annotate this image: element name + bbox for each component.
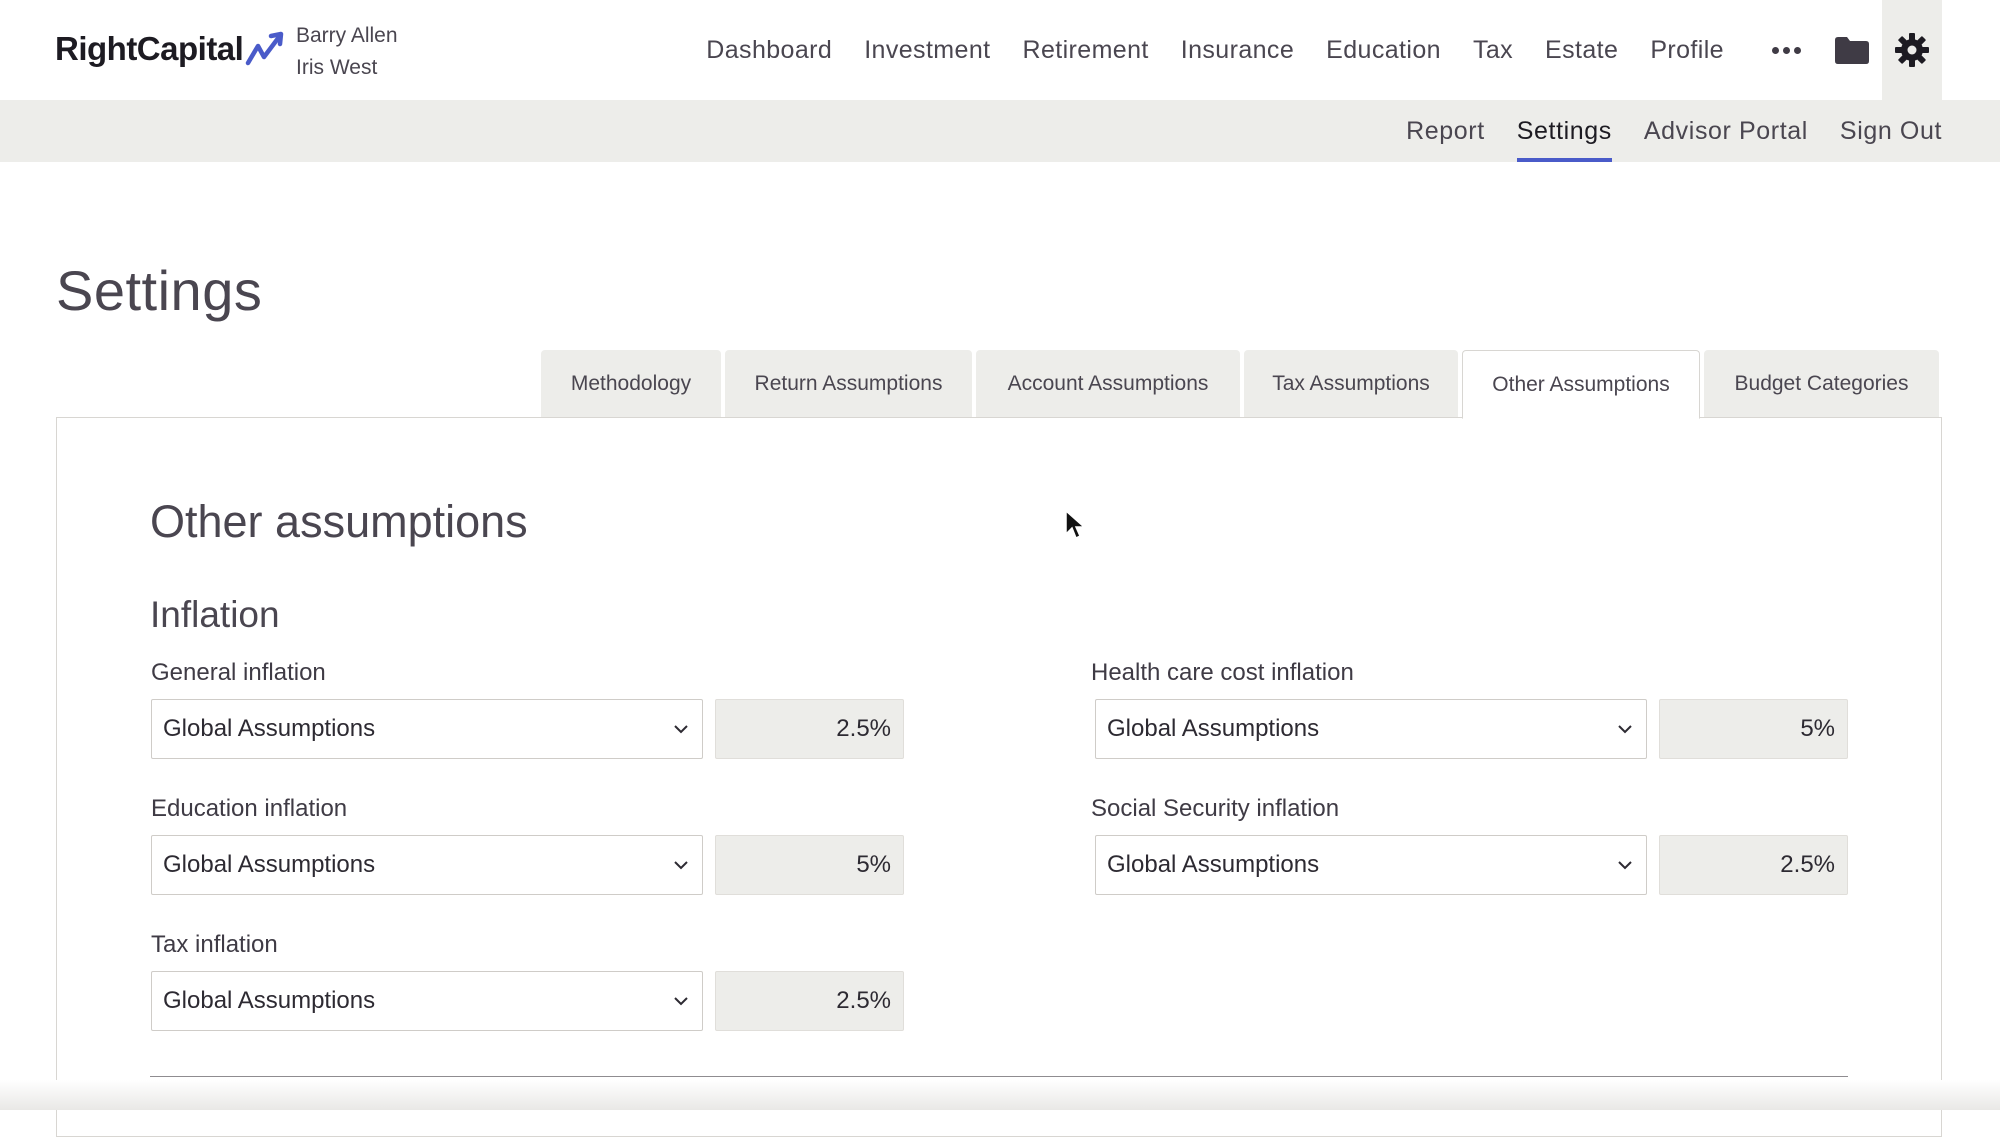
gear-icon[interactable] xyxy=(1882,0,1942,100)
nav-retirement[interactable]: Retirement xyxy=(1022,36,1148,65)
general-inflation-label: General inflation xyxy=(151,659,326,686)
health-care-inflation-select-value: Global Assumptions xyxy=(1107,715,1320,742)
tab-other-assumptions[interactable]: Other Assumptions xyxy=(1462,350,1700,419)
folder-icon[interactable] xyxy=(1822,0,1882,100)
client-name-primary: Barry Allen xyxy=(296,24,398,47)
logo[interactable]: RightCapital xyxy=(55,30,287,68)
chevron-down-icon xyxy=(1618,725,1632,734)
page-title: Settings xyxy=(56,259,263,322)
nav-investment[interactable]: Investment xyxy=(864,36,990,65)
settings-tabs: Methodology Return Assumptions Account A… xyxy=(541,350,1943,419)
nav-estate[interactable]: Estate xyxy=(1545,36,1618,65)
education-inflation-label: Education inflation xyxy=(151,795,348,822)
tab-methodology[interactable]: Methodology xyxy=(541,350,721,418)
nav-dashboard[interactable]: Dashboard xyxy=(706,36,832,65)
nav-insurance[interactable]: Insurance xyxy=(1181,36,1294,65)
social-security-inflation-select-value: Global Assumptions xyxy=(1107,851,1320,878)
more-dots-icon[interactable] xyxy=(1756,0,1816,100)
main-nav: Dashboard Investment Retirement Insuranc… xyxy=(706,0,2000,100)
general-inflation-select-value: Global Assumptions xyxy=(163,715,376,742)
health-care-inflation-label: Health care cost inflation xyxy=(1091,659,1354,686)
education-inflation-select[interactable]: Global Assumptions xyxy=(151,835,703,895)
nav-education[interactable]: Education xyxy=(1326,36,1441,65)
subnav-settings[interactable]: Settings xyxy=(1516,100,1613,162)
chevron-down-icon xyxy=(674,725,688,734)
logo-text: RightCapital xyxy=(55,30,244,67)
mouse-cursor-icon xyxy=(1065,509,1086,540)
subnav-advisor-portal[interactable]: Advisor Portal xyxy=(1644,100,1808,162)
tax-inflation-label: Tax inflation xyxy=(151,931,278,958)
tab-account-assumptions[interactable]: Account Assumptions xyxy=(976,350,1240,418)
client-names: Barry Allen Iris West xyxy=(296,20,398,84)
logo-arrow-icon xyxy=(246,31,284,66)
tab-tax-assumptions[interactable]: Tax Assumptions xyxy=(1244,350,1458,418)
section-divider xyxy=(150,1076,1848,1077)
social-security-inflation-label: Social Security inflation xyxy=(1091,795,1340,822)
sub-nav-bar: Report Settings Advisor Portal Sign Out xyxy=(0,100,2000,162)
chevron-down-icon xyxy=(1618,861,1632,870)
tax-inflation-select-value: Global Assumptions xyxy=(163,987,376,1014)
tab-budget-categories[interactable]: Budget Categories xyxy=(1704,350,1939,418)
social-security-inflation-select[interactable]: Global Assumptions xyxy=(1095,835,1647,895)
subnav-sign-out[interactable]: Sign Out xyxy=(1840,100,1942,162)
subnav-report[interactable]: Report xyxy=(1406,100,1485,162)
tax-inflation-value: 2.5% xyxy=(715,971,904,1031)
chevron-down-icon xyxy=(674,861,688,870)
panel-title: Other assumptions xyxy=(150,496,528,547)
general-inflation-select[interactable]: Global Assumptions xyxy=(151,699,703,759)
client-name-spouse: Iris West xyxy=(296,56,378,79)
top-bar: RightCapital Barry Allen Iris West Dashb… xyxy=(0,0,2000,100)
health-care-inflation-value: 5% xyxy=(1659,699,1848,759)
nav-profile[interactable]: Profile xyxy=(1650,36,1724,65)
health-care-inflation-select[interactable]: Global Assumptions xyxy=(1095,699,1647,759)
education-inflation-select-value: Global Assumptions xyxy=(163,851,376,878)
education-inflation-value: 5% xyxy=(715,835,904,895)
sub-nav: Report Settings Advisor Portal Sign Out xyxy=(1374,100,1942,162)
bottom-fade xyxy=(0,1080,2000,1110)
general-inflation-value: 2.5% xyxy=(715,699,904,759)
section-title-inflation: Inflation xyxy=(150,594,280,635)
tax-inflation-select[interactable]: Global Assumptions xyxy=(151,971,703,1031)
social-security-inflation-value: 2.5% xyxy=(1659,835,1848,895)
chevron-down-icon xyxy=(674,997,688,1006)
tab-return-assumptions[interactable]: Return Assumptions xyxy=(725,350,972,418)
nav-tax[interactable]: Tax xyxy=(1473,36,1513,65)
